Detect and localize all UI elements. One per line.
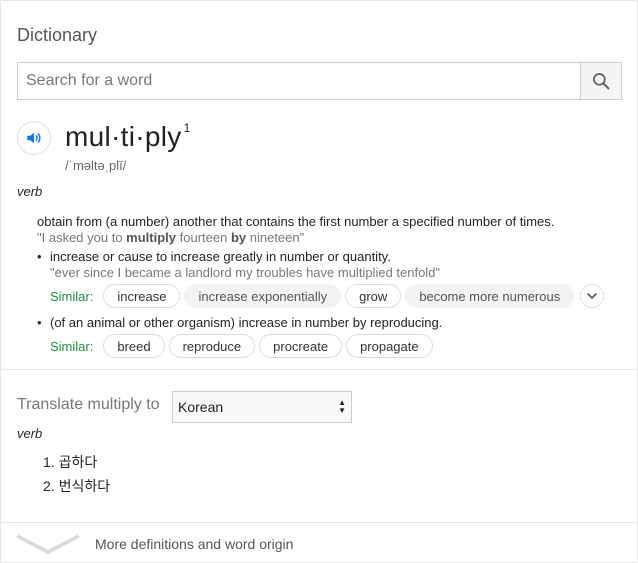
language-select-value: Korean	[178, 399, 224, 415]
main-definition: obtain from (a number) another that cont…	[37, 214, 555, 229]
translation-item: 1. 곱하다	[43, 454, 98, 470]
similar-chip[interactable]: become more numerous	[405, 284, 575, 308]
similar-chip[interactable]: reproduce	[168, 334, 256, 358]
pronounce-button[interactable]	[17, 121, 51, 155]
chevron-down-icon	[587, 293, 598, 299]
similar-row: Similar: breed reproduce procreate propa…	[50, 334, 433, 358]
card-title: Dictionary	[17, 25, 98, 45]
similar-label: Similar:	[50, 288, 94, 304]
headword-text: mul·ti·ply	[65, 121, 182, 152]
expand-similar-button[interactable]	[580, 284, 605, 308]
headword: mul·ti·ply 1	[65, 121, 191, 153]
example-text: "I asked you to	[37, 230, 127, 245]
example-emphasis: multiply	[126, 230, 177, 245]
search-button[interactable]	[580, 63, 621, 99]
similar-chip[interactable]: grow	[345, 284, 402, 308]
dictionary-card: Dictionary mul·ti·ply1 /ˈməltəˌplī/ verb…	[0, 0, 638, 563]
search-bar	[17, 62, 622, 100]
bullet: •	[37, 315, 42, 330]
more-definitions-link[interactable]: More definitions and word origin	[95, 536, 293, 552]
example-emphasis: by	[230, 230, 247, 245]
language-select[interactable]: Korean ▲ ▼	[172, 391, 352, 423]
similar-row: Similar: increase increase exponentially…	[50, 284, 605, 308]
select-arrows-icon: ▲ ▼	[338, 398, 346, 415]
similar-chip[interactable]: propagate	[346, 334, 433, 358]
part-of-speech: verb	[17, 184, 43, 199]
search-icon	[593, 73, 610, 90]
headword-superscript: 1	[183, 120, 191, 135]
main-example: "I asked you to multiply fourteen by nin…	[37, 230, 304, 245]
phonetic: /ˈməltəˌplī/	[65, 158, 127, 173]
translation-item: 2. 번식하다	[43, 478, 111, 494]
sense-example: "ever since I became a landlord my troub…	[50, 265, 441, 280]
similar-label: Similar:	[50, 338, 94, 354]
translate-label: Translate multiply to	[17, 396, 160, 413]
sense-definition: (of an animal or other organism) increas…	[50, 315, 443, 330]
example-text: fourteen	[176, 230, 231, 245]
similar-chip[interactable]: increase	[103, 284, 181, 308]
similar-chip[interactable]: procreate	[259, 334, 343, 358]
example-text: nineteen"	[246, 230, 305, 245]
search-input[interactable]	[18, 63, 580, 99]
section-divider	[1, 369, 637, 370]
sense-definition: increase or cause to increase greatly in…	[50, 249, 391, 264]
similar-chip[interactable]: breed	[103, 334, 165, 358]
bullet: •	[37, 249, 42, 264]
section-divider	[1, 522, 637, 523]
similar-chip[interactable]: increase exponentially	[184, 284, 342, 308]
speaker-icon	[27, 132, 41, 144]
translation-part-of-speech: verb	[17, 426, 43, 441]
expand-chevron-icon[interactable]	[15, 533, 81, 555]
